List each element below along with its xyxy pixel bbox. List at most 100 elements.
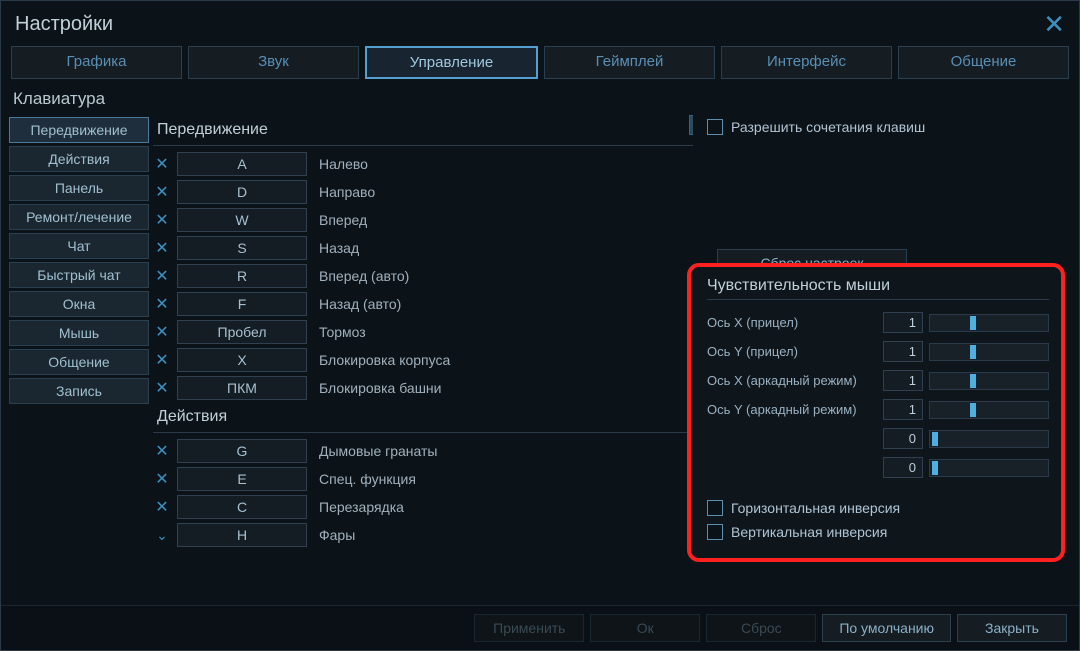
slider-thumb[interactable] xyxy=(970,403,976,417)
key-slot[interactable]: G xyxy=(177,439,307,463)
sidebar-item-6[interactable]: Окна xyxy=(9,291,149,317)
sensitivity-row: Ось Y (аркадный режим) 1 xyxy=(707,395,1049,424)
slider-track[interactable] xyxy=(929,401,1049,419)
bind-row: ✕GДымовые гранаты xyxy=(153,437,693,465)
slider-thumb[interactable] xyxy=(932,432,938,446)
sensitivity-row: 0 xyxy=(707,453,1049,482)
slider-value[interactable]: 0 xyxy=(883,428,923,449)
key-slot[interactable]: R xyxy=(177,264,307,288)
clear-binding-icon[interactable]: ✕ xyxy=(153,182,171,202)
clear-binding-icon[interactable]: ✕ xyxy=(153,469,171,489)
sidebar-item-0[interactable]: Передвижение xyxy=(9,117,149,143)
slider-thumb[interactable] xyxy=(970,345,976,359)
slider-value[interactable]: 1 xyxy=(883,370,923,391)
sensitivity-row: Ось X (прицел)1 xyxy=(707,308,1049,337)
bind-label: Налево xyxy=(313,156,368,172)
clear-binding-icon[interactable]: ✕ xyxy=(153,322,171,342)
slider-value[interactable]: 1 xyxy=(883,341,923,362)
clear-binding-icon[interactable]: ✕ xyxy=(153,378,171,398)
key-slot[interactable]: E xyxy=(177,467,307,491)
clear-binding-icon[interactable]: ✕ xyxy=(153,210,171,230)
bind-label: Вперед (авто) xyxy=(313,268,409,284)
tab-графика[interactable]: Графика xyxy=(11,46,182,79)
key-slot[interactable]: X xyxy=(177,348,307,372)
tab-интерфейс[interactable]: Интерфейс xyxy=(721,46,892,79)
close-icon[interactable]: ✕ xyxy=(1043,9,1065,40)
key-slot[interactable]: F xyxy=(177,292,307,316)
bind-row: ✕ C Перезарядка xyxy=(153,493,693,521)
bind-row: ✕DНаправо xyxy=(153,178,693,206)
clear-binding-icon[interactable]: ✕ xyxy=(153,238,171,258)
slider-value[interactable]: 1 xyxy=(883,312,923,333)
sidebar-item-8[interactable]: Общение xyxy=(9,349,149,375)
scrollbar-thumb[interactable] xyxy=(689,115,693,135)
key-slot[interactable]: ПКМ xyxy=(177,376,307,400)
clear-binding-icon[interactable]: ✕ xyxy=(153,497,171,517)
mouse-sensitivity-panel: Чувствительность мыши Ось X (прицел)1Ось… xyxy=(687,263,1065,562)
section-label: Клавиатура xyxy=(1,87,1079,115)
bind-label: Назад xyxy=(313,240,359,256)
sensitivity-row: 0 xyxy=(707,424,1049,453)
tab-звук[interactable]: Звук xyxy=(188,46,359,79)
slider-label: Ось Y (аркадный режим) xyxy=(707,402,877,417)
bind-row: ✕XБлокировка корпуса xyxy=(153,346,693,374)
key-slot[interactable]: D xyxy=(177,180,307,204)
slider-thumb[interactable] xyxy=(970,374,976,388)
bind-row: ✕ A Налево xyxy=(153,150,693,178)
allow-combinations-label: Разрешить сочетания клавиш xyxy=(731,119,925,135)
bind-label: Фары xyxy=(313,527,355,543)
bind-row: ✕ S Назад xyxy=(153,234,693,262)
clear-binding-icon[interactable]: ✕ xyxy=(153,294,171,314)
key-slot[interactable]: S xyxy=(177,236,307,260)
bind-row: ⌄ Н Фары xyxy=(153,521,693,549)
bind-row: ✕ПКМБлокировка башни xyxy=(153,374,693,402)
clear-binding-icon[interactable]: ✕ xyxy=(153,441,171,461)
clear-binding-icon[interactable]: ✕ xyxy=(153,266,171,286)
tab-управление[interactable]: Управление xyxy=(365,46,538,79)
clear-binding-icon[interactable]: ✕ xyxy=(153,154,171,174)
tab-общение[interactable]: Общение xyxy=(898,46,1069,79)
bind-label: Перезарядка xyxy=(313,499,404,515)
key-slot[interactable]: C xyxy=(177,495,307,519)
slider-label: Ось Y (прицел) xyxy=(707,344,877,359)
sidebar-item-3[interactable]: Ремонт/лечение xyxy=(9,204,149,230)
sidebar-item-7[interactable]: Мышь xyxy=(9,320,149,346)
sidebar-item-2[interactable]: Панель xyxy=(9,175,149,201)
slider-thumb[interactable] xyxy=(932,461,938,475)
slider-track[interactable] xyxy=(929,459,1049,477)
allow-combinations-checkbox[interactable]: Разрешить сочетания клавиш xyxy=(707,115,1067,139)
checkbox-icon xyxy=(707,119,723,135)
slider-thumb[interactable] xyxy=(970,316,976,330)
sensitivity-row: Ось Y (прицел) 1 xyxy=(707,337,1049,366)
bind-row: ✕WВперед xyxy=(153,206,693,234)
slider-track[interactable] xyxy=(929,372,1049,390)
invert-vertical-checkbox[interactable]: Вертикальная инверсия xyxy=(707,520,1049,544)
sidebar-item-1[interactable]: Действия xyxy=(9,146,149,172)
key-slot[interactable]: A xyxy=(177,152,307,176)
slider-track[interactable] xyxy=(929,343,1049,361)
bind-label: Назад (авто) xyxy=(313,296,401,312)
key-slot[interactable]: Пробел xyxy=(177,320,307,344)
slider-value[interactable]: 1 xyxy=(883,399,923,420)
sidebar-item-5[interactable]: Быстрый чат xyxy=(9,262,149,288)
key-slot[interactable]: W xyxy=(177,208,307,232)
apply-button[interactable]: Применить xyxy=(474,614,584,642)
reset-button[interactable]: Сброс xyxy=(706,614,816,642)
chevron-down-icon[interactable]: ⌄ xyxy=(153,527,171,544)
slider-track[interactable] xyxy=(929,430,1049,448)
sensitivity-row: Ось X (аркадный режим)1 xyxy=(707,366,1049,395)
key-slot[interactable]: Н xyxy=(177,523,307,547)
slider-value[interactable]: 0 xyxy=(883,457,923,478)
slider-track[interactable] xyxy=(929,314,1049,332)
bind-row: ✕ F Назад (авто) xyxy=(153,290,693,318)
ok-button[interactable]: Ок xyxy=(590,614,700,642)
default-button[interactable]: По умолчанию xyxy=(822,614,951,642)
tab-геймплей[interactable]: Геймплей xyxy=(544,46,715,79)
sidebar-item-4[interactable]: Чат xyxy=(9,233,149,259)
sidebar-item-9[interactable]: Запись xyxy=(9,378,149,404)
bind-label: Спец. функция xyxy=(313,471,416,487)
invert-horizontal-checkbox[interactable]: Горизонтальная инверсия xyxy=(707,496,1049,520)
clear-binding-icon[interactable]: ✕ xyxy=(153,350,171,370)
close-button[interactable]: Закрыть xyxy=(957,614,1067,642)
sensitivity-title: Чувствительность мыши xyxy=(707,277,1049,300)
